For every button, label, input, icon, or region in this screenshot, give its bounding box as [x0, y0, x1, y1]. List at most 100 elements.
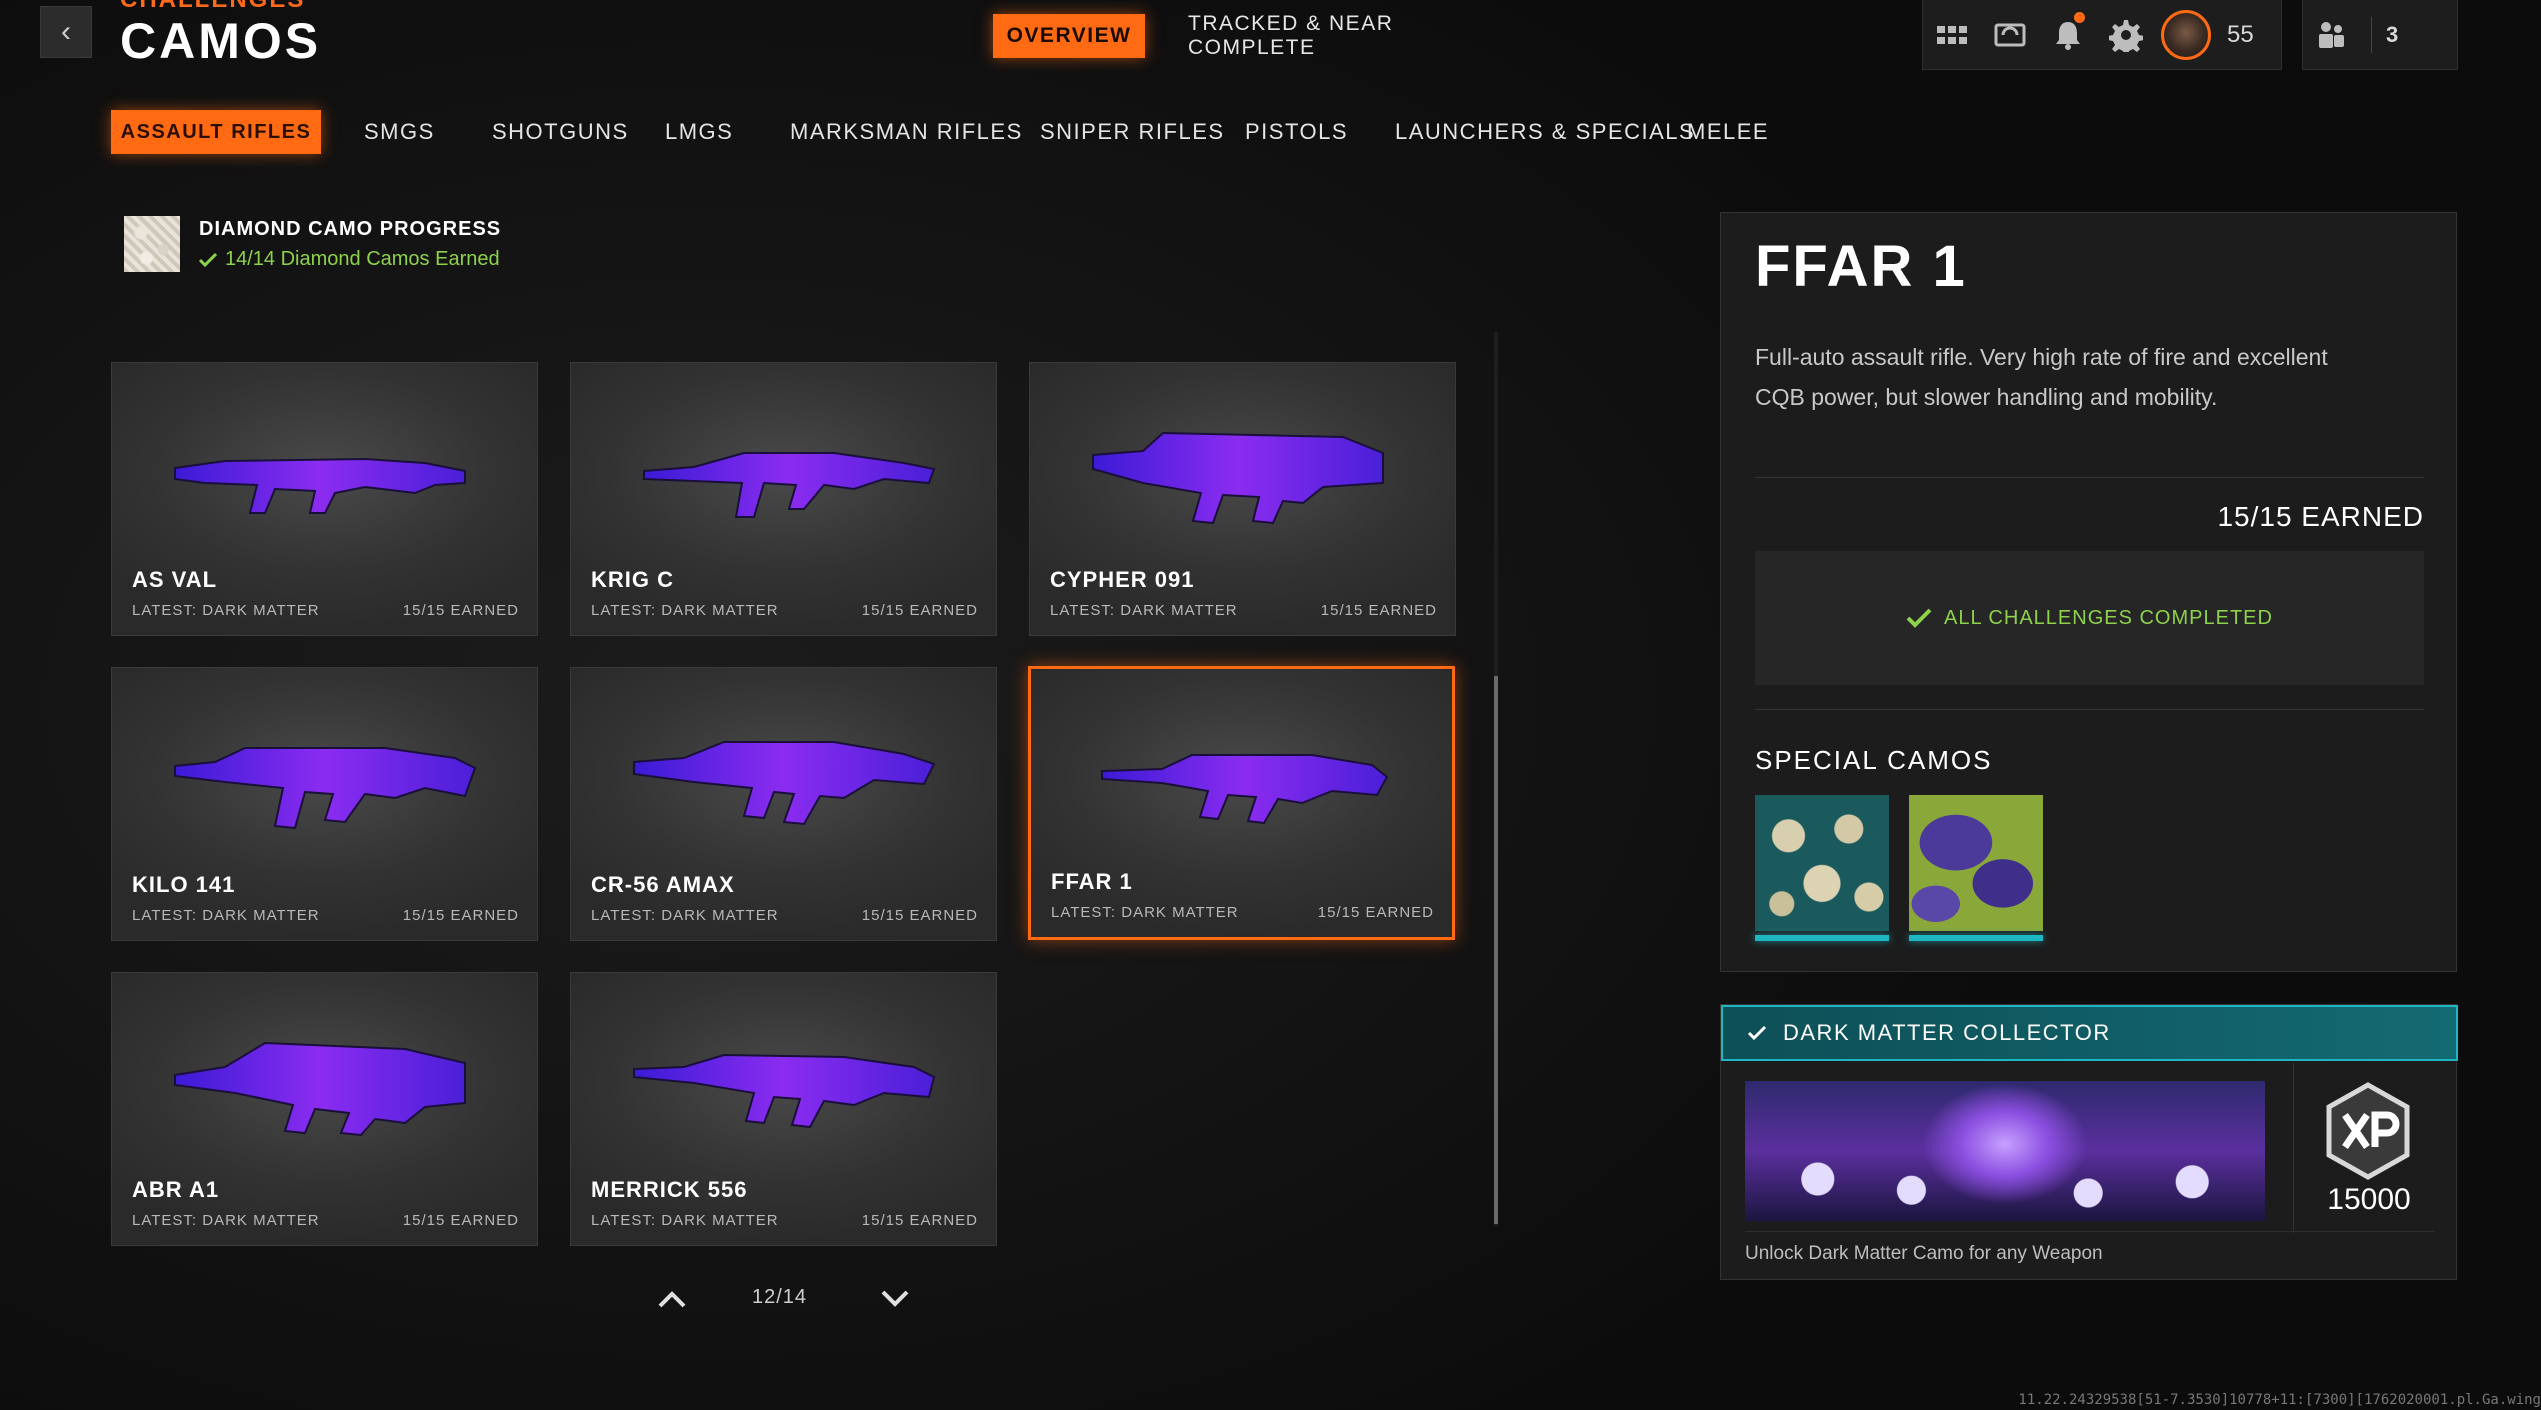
weapon-name: MERRICK 556: [591, 1177, 748, 1202]
weapon-name: ABR A1: [132, 1177, 220, 1202]
back-button[interactable]: ‹: [40, 6, 92, 58]
weapon-earned: 15/15 EARNED: [1320, 602, 1437, 619]
tab-launchers-specials[interactable]: LAUNCHERS & SPECIALS: [1395, 110, 1695, 154]
build-version: 11.22.24329538[51-7.3530]10778+11:[7300]…: [2018, 1392, 2541, 1408]
weapon-card-cypher-091[interactable]: CYPHER 091 LATEST: DARK MATTER 15/15 EAR…: [1029, 362, 1456, 636]
divider: [2293, 1063, 2294, 1233]
check-icon: [1747, 1025, 1767, 1041]
weapon-card-cr-56-amax[interactable]: CR-56 AMAX LATEST: DARK MATTER 15/15 EAR…: [570, 667, 997, 941]
weapon-name: CR-56 AMAX: [591, 872, 735, 897]
weapon-name: AS VAL: [132, 567, 218, 592]
diamond-camo-thumbnail: [124, 216, 180, 272]
weapon-latest-camo: LATEST: DARK MATTER: [132, 602, 320, 619]
challenge-artwork: [1745, 1081, 2265, 1221]
tab-pistols[interactable]: PISTOLS: [1245, 110, 1348, 154]
weapon-card-ffar-1[interactable]: FFAR 1 LATEST: DARK MATTER 15/15 EARNED: [1028, 666, 1455, 940]
weapon-latest-camo: LATEST: DARK MATTER: [591, 907, 779, 924]
diamond-progress-status: 14/14 Diamond Camos Earned: [199, 248, 500, 271]
special-camos-title: SPECIAL CAMOS: [1755, 745, 1993, 775]
weapon-image: [1091, 431, 1384, 525]
scrollbar-thumb[interactable]: [1494, 676, 1498, 1224]
check-icon: [199, 252, 217, 267]
weapon-latest-camo: LATEST: DARK MATTER: [1050, 602, 1238, 619]
grid-menu-icon[interactable]: [1923, 0, 1981, 70]
weapon-image: [642, 452, 935, 518]
weapon-name: FFAR 1: [1051, 869, 1133, 894]
camo-swatch: [1755, 795, 1889, 931]
page-down-button[interactable]: [877, 1284, 913, 1314]
weapon-card-krig-c[interactable]: KRIG C LATEST: DARK MATTER 15/15 EARNED: [570, 362, 997, 636]
chevron-left-icon: ‹: [61, 15, 71, 48]
tab-assault-rifles[interactable]: ASSAULT RIFLES: [111, 110, 321, 154]
divider: [2371, 16, 2372, 53]
weapon-earned: 15/15 EARNED: [1317, 904, 1434, 921]
challenge-title: DARK MATTER COLLECTOR: [1783, 1020, 2111, 1045]
weapon-earned: 15/15 EARNED: [402, 907, 519, 924]
camo-swatch: [1909, 795, 2043, 931]
chevron-down-icon: [881, 1290, 909, 1307]
challenge-card[interactable]: DARK MATTER COLLECTOR 15000 Unlock Dark …: [1720, 1004, 2458, 1280]
divider: [1745, 1231, 2435, 1232]
weapon-earned: 15/15 EARNED: [861, 1212, 978, 1229]
check-icon: [1906, 608, 1932, 628]
weapon-earned: 15/15 EARNED: [861, 602, 978, 619]
weapon-latest-camo: LATEST: DARK MATTER: [591, 1212, 779, 1229]
weapon-latest-camo: LATEST: DARK MATTER: [132, 907, 320, 924]
avatar[interactable]: [2161, 9, 2211, 60]
tab-overview[interactable]: OVERVIEW: [993, 14, 1145, 58]
tab-tracked-near-complete[interactable]: TRACKED & NEAR COMPLETE: [1188, 12, 1468, 59]
diamond-progress-title: DIAMOND CAMO PROGRESS: [199, 218, 502, 240]
tab-smgs[interactable]: SMGS: [364, 110, 435, 154]
theater-icon[interactable]: [1981, 0, 2039, 70]
weapon-name: CYPHER 091: [1050, 567, 1195, 592]
gear-icon[interactable]: [2097, 0, 2155, 70]
weapon-image: [173, 457, 466, 514]
page-title: CAMOS: [120, 13, 322, 69]
weapon-card-as-val[interactable]: AS VAL LATEST: DARK MATTER 15/15 EARNED: [111, 362, 538, 636]
tab-melee[interactable]: MELEE: [1687, 110, 1769, 154]
divider: [1755, 709, 2424, 710]
weapon-earned: 15/15 EARNED: [861, 907, 978, 924]
weapon-latest-camo: LATEST: DARK MATTER: [132, 1212, 320, 1229]
weapon-detail-panel: FFAR 1 Full-auto assault rifle. Very hig…: [1720, 212, 2457, 972]
special-camo-1[interactable]: [1755, 795, 1889, 943]
weapon-earned: 15/15 EARNED: [402, 1212, 519, 1229]
party-count: 3: [2386, 21, 2399, 47]
detail-earned: 15/15 EARNED: [2217, 501, 2424, 532]
notification-dot: [2074, 11, 2085, 23]
tab-shotguns[interactable]: SHOTGUNS: [492, 110, 629, 154]
tab-sniper-rifles[interactable]: SNIPER RIFLES: [1040, 110, 1225, 154]
camo-progress-bar: [1909, 935, 2043, 941]
challenges-status-text: ALL CHALLENGES COMPLETED: [1944, 606, 2273, 629]
tab-lmgs[interactable]: LMGS: [665, 110, 733, 154]
detail-weapon-name: FFAR 1: [1755, 234, 1967, 299]
weapon-latest-camo: LATEST: DARK MATTER: [591, 602, 779, 619]
party-box[interactable]: 3: [2302, 0, 2458, 70]
challenges-status-box: ALL CHALLENGES COMPLETED: [1755, 551, 2424, 685]
weapon-card-abr-a1[interactable]: ABR A1 LATEST: DARK MATTER 15/15 EARNED: [111, 972, 538, 1246]
bell-icon[interactable]: [2039, 0, 2097, 70]
weapon-image: [632, 1053, 935, 1129]
weapon-card-merrick-556[interactable]: MERRICK 556 LATEST: DARK MATTER 15/15 EA…: [570, 972, 997, 1246]
weapon-name: KILO 141: [132, 872, 236, 897]
weapon-earned: 15/15 EARNED: [402, 602, 519, 619]
divider: [1755, 477, 2424, 478]
weapon-latest-camo: LATEST: DARK MATTER: [1051, 904, 1239, 921]
page-indicator: 12/14: [752, 1286, 808, 1308]
challenge-header: DARK MATTER COLLECTOR: [1721, 1005, 2458, 1061]
detail-description: Full-auto assault rifle. Very high rate …: [1755, 344, 2328, 410]
challenge-description: Unlock Dark Matter Camo for any Weapon: [1745, 1243, 2103, 1264]
weapon-name: KRIG C: [591, 567, 674, 592]
weapon-card-kilo-141[interactable]: KILO 141 LATEST: DARK MATTER 15/15 EARNE…: [111, 667, 538, 941]
party-icon: [2303, 0, 2361, 70]
hud-bar: 55: [1922, 0, 2282, 70]
camo-progress-bar: [1755, 935, 1889, 941]
special-camo-2[interactable]: [1909, 795, 2043, 943]
page-up-button[interactable]: [654, 1284, 690, 1314]
xp-reward-value: 15000: [2327, 1183, 2411, 1216]
xp-icon: [2326, 1082, 2410, 1180]
player-level: 55: [2227, 20, 2254, 48]
weapon-image: [632, 741, 935, 826]
diamond-status-text: 14/14 Diamond Camos Earned: [225, 248, 500, 270]
tab-marksman-rifles[interactable]: MARKSMAN RIFLES: [790, 110, 1023, 154]
